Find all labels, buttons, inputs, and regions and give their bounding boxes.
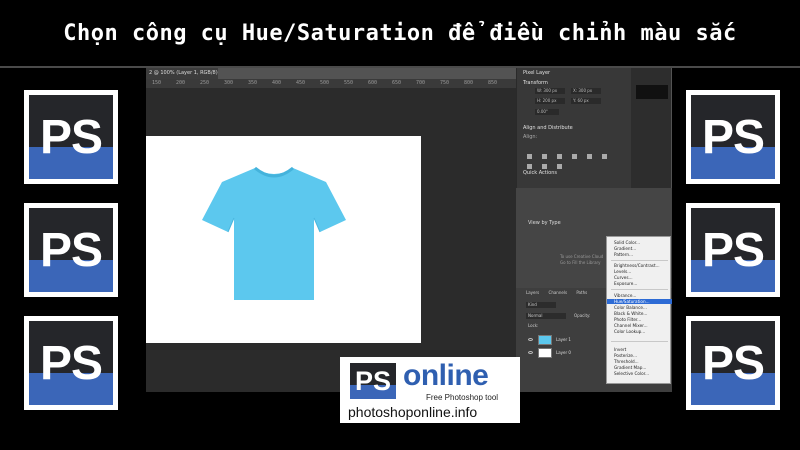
ps-logo-right-2: PS [686, 203, 780, 297]
ruler-tick: 700 [416, 80, 426, 86]
ps-logo-text: PS [39, 223, 103, 277]
adjustment-layer-menu: Solid Color... Gradient... Pattern... Br… [606, 236, 672, 384]
menu-item-solid-color[interactable]: Solid Color... [607, 240, 672, 245]
layer-row[interactable]: Layer 1 [524, 334, 604, 346]
ps-logo-text: PS [39, 110, 103, 164]
menu-item-levels[interactable]: Levels... [607, 269, 672, 274]
menu-item-color-lookup[interactable]: Color Lookup... [607, 329, 672, 334]
width-field[interactable]: W: 300 px [535, 88, 565, 94]
tab-layers[interactable]: Layers [526, 290, 539, 295]
menu-item-pattern[interactable]: Pattern... [607, 252, 672, 257]
menu-item-vibrance[interactable]: Vibrance... [607, 293, 672, 298]
color-swatch[interactable] [636, 85, 668, 99]
transform-label: Transform [523, 80, 548, 86]
lock-label: Lock: [528, 323, 539, 328]
menu-separator [611, 341, 668, 342]
ruler-tick: 500 [320, 80, 330, 86]
menu-item-hue-saturation[interactable]: Hue/Saturation... [607, 299, 672, 304]
x-field[interactable]: X: 300 px [571, 88, 601, 94]
ps-logo-left-1: PS [24, 90, 118, 184]
menu-item-black-white[interactable]: Black & White... [607, 311, 672, 316]
ps-logo-right-1: PS [686, 90, 780, 184]
menu-item-gradient[interactable]: Gradient... [607, 246, 672, 251]
properties-panel: Pixel Layer Transform W: 300 px X: 300 p… [516, 68, 631, 188]
cc-message: To use Creative Cloud Go to Fill the Lib… [560, 254, 603, 266]
height-field[interactable]: H: 200 px [535, 98, 565, 104]
ps-online-logo: PS online Free Photoshop tool photoshopo… [340, 357, 520, 423]
ruler-tick: 400 [272, 80, 282, 86]
ruler-tick: 650 [392, 80, 402, 86]
ruler-tick: 350 [248, 80, 258, 86]
ruler-tick: 200 [176, 80, 186, 86]
brand-tagline: Free Photoshop tool [426, 393, 499, 402]
angle-field[interactable]: 0.00° [535, 109, 559, 115]
opacity-label: Opacity: [574, 313, 591, 318]
align-label: Align and Distribute [523, 125, 573, 131]
ps-logo-text: PS [39, 336, 103, 390]
tab-paths[interactable]: Paths [576, 290, 587, 295]
ps-logo-text: PS [701, 110, 765, 164]
view-by-type-dropdown[interactable]: View by Type [528, 220, 561, 226]
ruler-tick: 600 [368, 80, 378, 86]
ps-logo-left-3: PS [24, 316, 118, 410]
eye-icon[interactable] [528, 351, 533, 354]
layer-row[interactable]: Layer 0 [524, 347, 604, 359]
ruler-tick: 150 [152, 80, 162, 86]
ruler-tick: 750 [440, 80, 450, 86]
tab-channels[interactable]: Channels [549, 290, 568, 295]
ruler-tick: 800 [464, 80, 474, 86]
menu-separator [611, 260, 668, 261]
ruler-tick: 550 [344, 80, 354, 86]
blend-mode-select[interactable]: Normal [526, 313, 566, 319]
ps-logo-right-3: PS [686, 316, 780, 410]
brand-wordmark: online [403, 359, 489, 392]
ruler-tick: 300 [224, 80, 234, 86]
quick-actions-label: Quick Actions [523, 170, 557, 176]
ruler-tick: 250 [200, 80, 210, 86]
menu-item-threshold[interactable]: Threshold... [607, 359, 672, 364]
ps-online-mark-text: PS [354, 365, 392, 396]
menu-item-selective-color[interactable]: Selective Color... [607, 371, 672, 376]
align-sub-label: Align: [523, 134, 538, 140]
layer-name: Layer 0 [556, 350, 571, 355]
menu-item-color-balance[interactable]: Color Balance... [607, 305, 672, 310]
document-tab[interactable]: 2 @ 100% (Layer 1, RGB/8) [146, 68, 218, 79]
menu-item-curves[interactable]: Curves... [607, 275, 672, 280]
ps-logo-text: PS [701, 223, 765, 277]
brand-url: photoshoponline.info [348, 404, 478, 420]
kind-filter[interactable]: Kind [526, 302, 556, 308]
menu-item-photo-filter[interactable]: Photo Filter... [607, 317, 672, 322]
layers-tabs: Layers Channels Paths [526, 290, 595, 295]
ruler-tick: 850 [488, 80, 498, 86]
cc-line-2: Go to Fill the Library [560, 260, 601, 265]
layer-thumbnail [538, 348, 552, 358]
ruler-tick: 450 [296, 80, 306, 86]
eye-icon[interactable] [528, 338, 533, 341]
tshirt-image [202, 166, 346, 300]
menu-item-gradient-map[interactable]: Gradient Map... [607, 365, 672, 370]
ps-logo-text: PS [701, 336, 765, 390]
menu-item-posterize[interactable]: Posterize... [607, 353, 672, 358]
ps-online-mark: PS [350, 363, 396, 399]
properties-header: Pixel Layer [523, 70, 551, 76]
menu-item-channel-mixer[interactable]: Channel Mixer... [607, 323, 672, 328]
menu-separator [611, 289, 668, 290]
layer-name: Layer 1 [556, 337, 571, 342]
y-field[interactable]: Y: 60 px [571, 98, 601, 104]
layer-thumbnail [538, 335, 552, 345]
page: Chọn công cụ Hue/Saturation để điều chỉn… [0, 0, 800, 450]
ps-logo-left-2: PS [24, 203, 118, 297]
horizontal-ruler: 150 200 250 300 350 400 450 500 550 600 … [146, 79, 516, 88]
page-title: Chọn công cụ Hue/Saturation để điều chỉn… [63, 20, 737, 46]
menu-item-invert[interactable]: Invert [607, 347, 672, 352]
menu-item-exposure[interactable]: Exposure... [607, 281, 672, 286]
menu-item-brightness-contrast[interactable]: Brightness/Contrast... [607, 263, 672, 268]
